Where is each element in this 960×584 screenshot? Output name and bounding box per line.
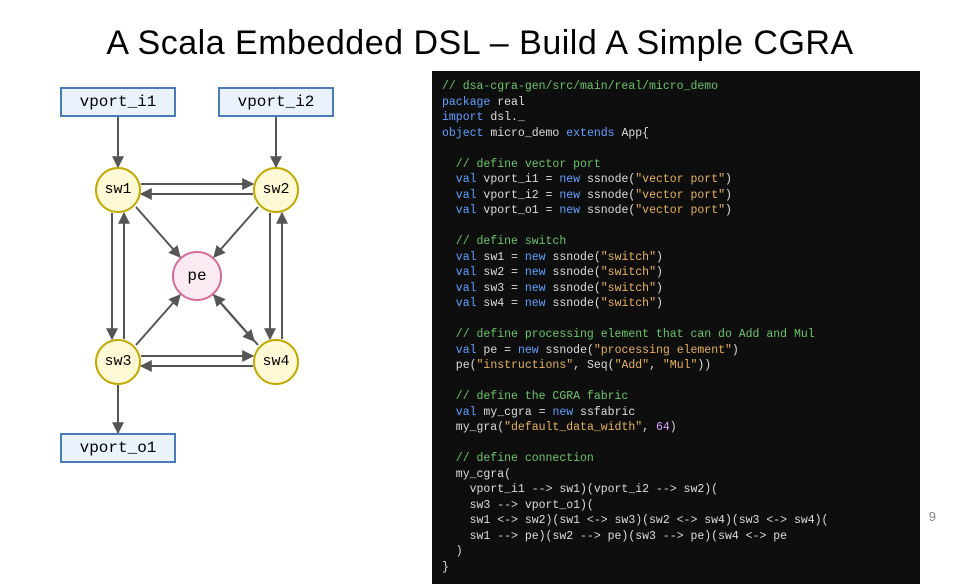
code-text: ): [656, 297, 663, 310]
node-pe: pe: [172, 251, 222, 301]
code-text: ssfabric: [573, 406, 635, 419]
code-text: ssnode(: [580, 173, 635, 186]
code-kw: val: [442, 266, 477, 279]
code-comment: // define connection: [442, 452, 594, 465]
code-kw: new: [525, 282, 546, 295]
code-str: "switch": [601, 282, 656, 295]
code-text: App{: [615, 127, 650, 140]
node-vport-i2: vport_i2: [218, 87, 334, 117]
node-vport-i1: vport_i1: [60, 87, 176, 117]
code-text: }: [442, 561, 449, 574]
code-text: pe =: [477, 344, 518, 357]
code-str: "processing element": [594, 344, 732, 357]
code-text: my_cgra =: [477, 406, 553, 419]
code-text: ssnode(: [546, 282, 601, 295]
code-text: )): [697, 359, 711, 372]
code-text: dsl._: [483, 111, 524, 124]
code-text: ): [732, 344, 739, 357]
code-text: vport_i2 =: [477, 189, 560, 202]
code-text: ): [670, 421, 677, 434]
code-kw: val: [442, 189, 477, 202]
code-text: ,: [642, 421, 656, 434]
code-kw: new: [559, 204, 580, 217]
code-kw: val: [442, 406, 477, 419]
code-kw: new: [525, 251, 546, 264]
node-sw4: sw4: [253, 339, 299, 385]
code-comment: // define the CGRA fabric: [442, 390, 628, 403]
code-text: micro_demo: [483, 127, 566, 140]
code-text: ssnode(: [546, 251, 601, 264]
code-text: sw3 =: [477, 282, 525, 295]
code-kw: val: [442, 173, 477, 186]
code-text: ): [656, 282, 663, 295]
code-block: // dsa-cgra-gen/src/main/real/micro_demo…: [432, 71, 920, 584]
code-text: ssnode(: [539, 344, 594, 357]
code-str: "switch": [601, 297, 656, 310]
code-kw: val: [442, 204, 477, 217]
code-text: ): [725, 173, 732, 186]
page-number: 9: [929, 509, 936, 524]
node-sw3: sw3: [95, 339, 141, 385]
code-text: sw1 --> pe)(sw2 --> pe)(sw3 --> pe)(sw4 …: [442, 530, 787, 543]
code-text: pe(: [442, 359, 477, 372]
code-str: "instructions": [477, 359, 574, 372]
code-kw: package: [442, 96, 490, 109]
code-kw: import: [442, 111, 483, 124]
code-text: ,: [649, 359, 663, 372]
code-text: ): [656, 251, 663, 264]
code-comment: // define processing element that can do…: [442, 328, 815, 341]
code-line: // dsa-cgra-gen/src/main/real/micro_demo: [442, 80, 718, 93]
code-text: ssnode(: [580, 189, 635, 202]
code-num: 64: [656, 421, 670, 434]
code-text: my_cgra(: [442, 468, 511, 481]
code-kw: object: [442, 127, 483, 140]
code-text: ): [656, 266, 663, 279]
slide-title: A Scala Embedded DSL – Build A Simple CG…: [0, 0, 960, 71]
code-comment: // define switch: [442, 235, 566, 248]
code-kw: val: [442, 344, 477, 357]
code-text: ssnode(: [546, 297, 601, 310]
code-text: vport_o1 =: [477, 204, 560, 217]
code-text: vport_i1 =: [477, 173, 560, 186]
cgra-diagram: vport_i1 vport_i2 sw1 sw2 pe sw3 sw4 vpo…: [40, 71, 420, 491]
code-kw: new: [525, 266, 546, 279]
code-text: ): [725, 204, 732, 217]
code-str: "Mul": [663, 359, 698, 372]
code-kw: extends: [566, 127, 614, 140]
code-str: "vector port": [635, 204, 725, 217]
code-text: real: [490, 96, 525, 109]
code-text: sw2 =: [477, 266, 525, 279]
code-kw: new: [518, 344, 539, 357]
code-text: ssnode(: [580, 204, 635, 217]
diagram-edges: [40, 71, 420, 491]
code-text: my_gra(: [442, 421, 504, 434]
code-text: ssnode(: [546, 266, 601, 279]
code-kw: new: [552, 406, 573, 419]
code-kw: val: [442, 251, 477, 264]
code-text: sw1 =: [477, 251, 525, 264]
code-text: sw3 --> vport_o1)(: [442, 499, 594, 512]
code-text: sw1 <-> sw2)(sw1 <-> sw3)(sw2 <-> sw4)(s…: [442, 514, 828, 527]
code-kw: new: [559, 189, 580, 202]
code-str: "switch": [601, 266, 656, 279]
code-str: "default_data_width": [504, 421, 642, 434]
node-sw2: sw2: [253, 167, 299, 213]
code-comment: // define vector port: [442, 158, 601, 171]
slide-content: vport_i1 vport_i2 sw1 sw2 pe sw3 sw4 vpo…: [0, 71, 960, 584]
code-text: ): [725, 189, 732, 202]
code-kw: new: [525, 297, 546, 310]
code-text: , Seq(: [573, 359, 614, 372]
node-vport-o1: vport_o1: [60, 433, 176, 463]
code-text: sw4 =: [477, 297, 525, 310]
code-text: ): [442, 545, 463, 558]
code-str: "vector port": [635, 189, 725, 202]
code-text: vport_i1 --> sw1)(vport_i2 --> sw2)(: [442, 483, 718, 496]
node-sw1: sw1: [95, 167, 141, 213]
code-kw: new: [559, 173, 580, 186]
code-str: "vector port": [635, 173, 725, 186]
code-kw: val: [442, 282, 477, 295]
code-str: "Add": [615, 359, 650, 372]
code-str: "switch": [601, 251, 656, 264]
code-kw: val: [442, 297, 477, 310]
